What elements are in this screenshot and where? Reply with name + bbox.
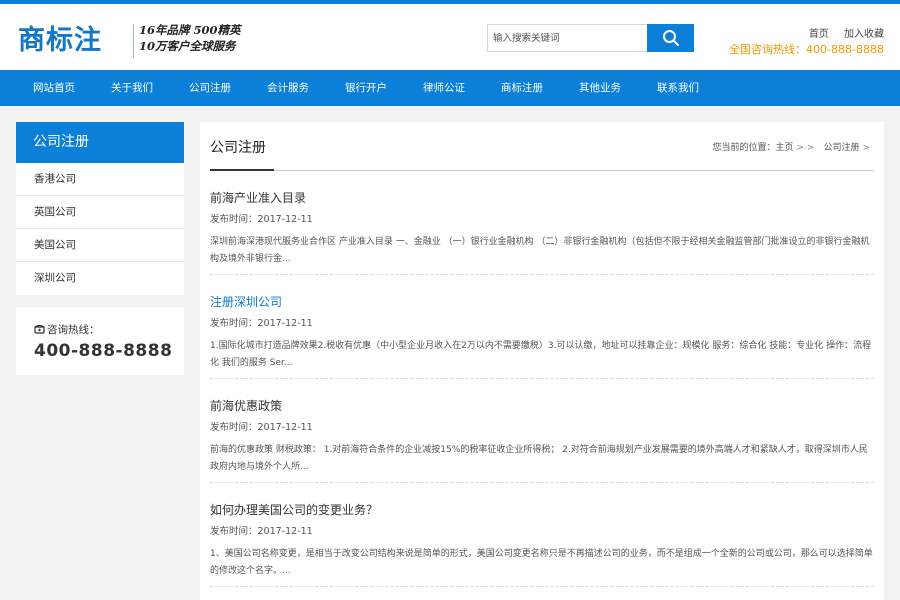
article-item: 前海优惠政策 发布时间：2017-12-11 前海的优惠政策 财税政策： 1.对… bbox=[210, 397, 874, 483]
logo[interactable]: 商标注 bbox=[18, 24, 130, 58]
article-summary: 深圳前海深港现代服务业合作区 产业准入目录 一、金融业 （一）银行业金融机构 （… bbox=[210, 237, 870, 264]
nav-item-accounting[interactable]: 会计服务 bbox=[267, 70, 309, 106]
nav-item-notary[interactable]: 律师公证 bbox=[423, 70, 465, 106]
contact-label-text: 咨询热线： bbox=[47, 324, 100, 336]
search-button[interactable] bbox=[647, 24, 694, 52]
sidebar-item-hongkong[interactable]: 香港公司 bbox=[16, 163, 184, 196]
search-input[interactable] bbox=[488, 25, 647, 51]
sidebar: 公司注册 香港公司 英国公司 美国公司 深圳公司 bbox=[16, 122, 184, 295]
logo-text: 商标注 bbox=[18, 25, 102, 56]
article-title[interactable]: 如何办理美国公司的变更业务？ bbox=[210, 501, 378, 518]
title-divider-accent bbox=[210, 169, 274, 171]
page-title: 公司注册 bbox=[210, 140, 266, 156]
search-box bbox=[487, 24, 647, 52]
breadcrumb-current[interactable]: 公司注册 bbox=[823, 143, 859, 153]
contact-label: 咨询热线： bbox=[34, 322, 100, 337]
nav-item-home[interactable]: 网站首页 bbox=[33, 70, 75, 106]
slogan-line-2: 10万客户全球服务 bbox=[139, 39, 236, 53]
contact-phone: 400-888-8888 bbox=[34, 341, 173, 361]
article-summary: 前海的优惠政策 财税政策： 1.对前海符合条件的企业减按15%的税率征收企业所得… bbox=[210, 445, 868, 472]
breadcrumb: 您当前的位置：主页 > > 公司注册 > bbox=[712, 140, 873, 153]
contact-box: 咨询热线： 400-888-8888 bbox=[16, 307, 184, 375]
article-title[interactable]: 前海产业准入目录 bbox=[210, 189, 306, 206]
article-date: 发布时间：2017-12-11 bbox=[210, 422, 313, 433]
home-link[interactable]: 首页 bbox=[809, 29, 829, 40]
main-content: 公司注册 您当前的位置：主页 > > 公司注册 > 前海产业准入目录 发布时间：201… bbox=[200, 122, 884, 600]
article-summary: 1.国际化城市打造品牌效果2.税收有优惠（中小型企业月收入在2万以内不需要缴税）… bbox=[210, 341, 872, 368]
article-item: 注册深圳公司 发布时间：2017-12-11 1.国际化城市打造品牌效果2.税收… bbox=[210, 293, 874, 379]
top-links: 首页 加入收藏 bbox=[797, 25, 884, 40]
phone-icon bbox=[34, 324, 45, 334]
header: 商标注 16年品牌 500精英 10万客户全球服务 首页 加入收藏 全国咨询热线… bbox=[0, 4, 900, 70]
nav-item-bank-account[interactable]: 银行开户 bbox=[345, 70, 387, 106]
breadcrumb-separator: > bbox=[862, 143, 870, 153]
search-icon bbox=[662, 30, 679, 46]
nav-item-trademark[interactable]: 商标注册 bbox=[501, 70, 543, 106]
slogan-line-1: 16年品牌 500精英 bbox=[139, 23, 241, 37]
article-item: 如何办理美国公司的变更业务？ 发布时间：2017-12-11 1、美国公司名称变… bbox=[210, 501, 874, 587]
article-date: 发布时间：2017-12-11 bbox=[210, 214, 313, 225]
article-summary: 1、美国公司名称变更，是相当于改变公司结构来说是简单的形式，美国公司变更名称只是… bbox=[210, 549, 873, 576]
nav-item-about[interactable]: 关于我们 bbox=[111, 70, 153, 106]
sidebar-item-uk[interactable]: 英国公司 bbox=[16, 196, 184, 229]
add-favorite-link[interactable]: 加入收藏 bbox=[844, 29, 884, 40]
logo-divider bbox=[133, 24, 134, 58]
article-title[interactable]: 前海优惠政策 bbox=[210, 397, 282, 414]
title-divider bbox=[210, 170, 874, 171]
article-date: 发布时间：2017-12-11 bbox=[210, 526, 313, 537]
sidebar-title: 公司注册 bbox=[16, 122, 184, 163]
hotline-top: 全国咨询热线：400-888-8888 bbox=[729, 43, 884, 56]
article-item: 前海产业准入目录 发布时间：2017-12-11 深圳前海深港现代服务业合作区 … bbox=[210, 189, 874, 275]
article-title[interactable]: 注册深圳公司 bbox=[210, 293, 282, 310]
nav-item-contact[interactable]: 联系我们 bbox=[657, 70, 699, 106]
nav-item-company-registration[interactable]: 公司注册 bbox=[189, 70, 231, 106]
main-nav: 网站首页 关于我们 公司注册 会计服务 银行开户 律师公证 商标注册 其他业务 … bbox=[0, 70, 900, 106]
sidebar-item-us[interactable]: 美国公司 bbox=[16, 229, 184, 262]
breadcrumb-home[interactable]: 主页 bbox=[775, 143, 793, 153]
sidebar-item-shenzhen[interactable]: 深圳公司 bbox=[16, 262, 184, 295]
breadcrumb-separator: > > bbox=[796, 143, 815, 153]
slogan: 16年品牌 500精英 10万客户全球服务 bbox=[139, 22, 259, 54]
nav-item-other[interactable]: 其他业务 bbox=[579, 70, 621, 106]
article-date: 发布时间：2017-12-11 bbox=[210, 318, 313, 329]
breadcrumb-prefix: 您当前的位置： bbox=[712, 143, 776, 153]
